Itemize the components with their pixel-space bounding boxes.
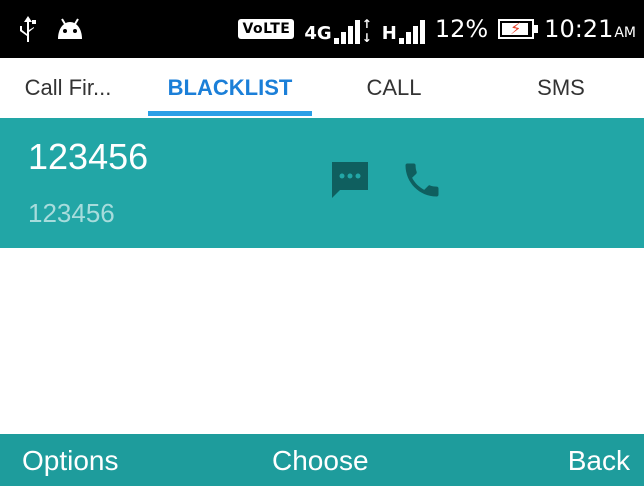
- signal-4g: 4G ↑ ↓: [304, 14, 372, 45]
- message-icon[interactable]: [328, 158, 372, 207]
- list-item[interactable]: 123456 123456: [0, 118, 644, 248]
- options-button[interactable]: Options: [22, 434, 119, 486]
- data-arrows-icon: ↑ ↓: [361, 17, 372, 45]
- volte-badge: VoLTE: [238, 19, 295, 39]
- tab-bar: Call Fir... BLACKLIST CALL SMS: [0, 58, 644, 118]
- clock-ampm: AM: [614, 25, 636, 41]
- signal-bars-icon: [333, 18, 360, 44]
- active-tab-indicator: [148, 111, 312, 116]
- signal-h: H: [382, 14, 425, 44]
- softkey-bar: Options Choose Back: [0, 434, 644, 486]
- tab-call[interactable]: CALL: [346, 58, 442, 118]
- android-debug-icon: [54, 17, 86, 45]
- choose-button[interactable]: Choose: [272, 434, 369, 486]
- tab-call-firewall[interactable]: Call Fir...: [8, 58, 128, 118]
- signal-bars-icon: [398, 18, 425, 44]
- network-type-4g: 4G: [304, 23, 332, 44]
- phone-icon[interactable]: [400, 158, 444, 207]
- contact-number: 123456: [28, 198, 115, 228]
- tab-sms[interactable]: SMS: [520, 58, 602, 118]
- clock: 10:21AM: [544, 15, 636, 43]
- back-button[interactable]: Back: [568, 434, 630, 486]
- clock-time: 10:21: [544, 15, 614, 43]
- status-left-icons: [18, 14, 86, 48]
- row-icons: [328, 158, 444, 207]
- contact-name: 123456: [28, 136, 149, 177]
- battery-percent: 12%: [434, 15, 489, 43]
- status-right-icons: VoLTE 4G ↑ ↓ H 12% ⚡ 10:21AM: [238, 0, 636, 58]
- battery-charging-icon: ⚡: [498, 19, 539, 39]
- tab-blacklist[interactable]: BLACKLIST: [148, 58, 312, 118]
- network-type-h: H: [381, 23, 397, 44]
- usb-icon: [18, 14, 38, 48]
- status-bar: VoLTE 4G ↑ ↓ H 12% ⚡ 10:21AM: [0, 0, 644, 58]
